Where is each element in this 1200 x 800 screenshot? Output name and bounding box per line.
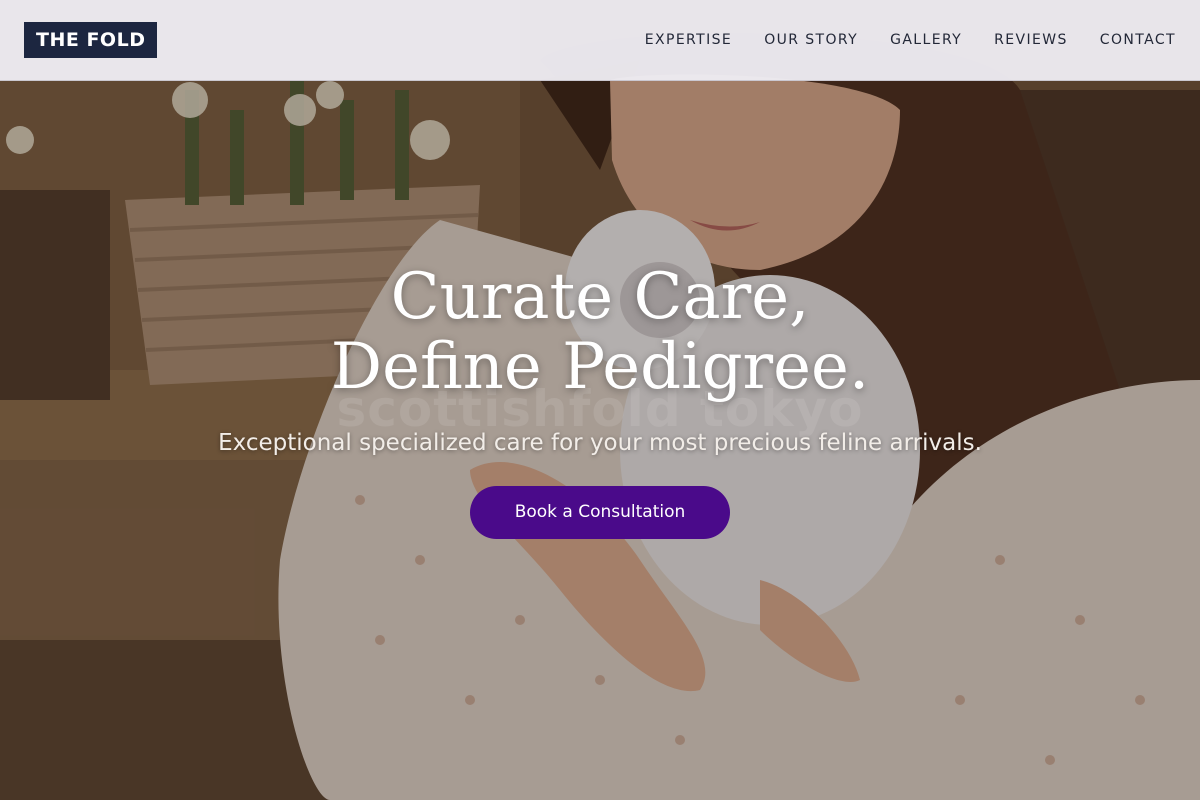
hero-title-line-2: Define Pedigree. xyxy=(330,330,870,404)
nav-item-gallery[interactable]: GALLERY xyxy=(890,32,962,48)
nav-item-expertise[interactable]: EXPERTISE xyxy=(645,32,732,48)
hero-content: Curate Care, Define Pedigree. Exceptiona… xyxy=(0,262,1200,539)
book-consultation-button[interactable]: Book a Consultation xyxy=(470,486,730,539)
hero-subtitle: Exceptional specialized care for your mo… xyxy=(218,430,982,456)
hero-title: Curate Care, Define Pedigree. xyxy=(0,262,1200,402)
nav-item-our-story[interactable]: OUR STORY xyxy=(764,32,858,48)
hero-title-line-1: Curate Care, xyxy=(390,260,810,334)
main-nav: EXPERTISE OUR STORY GALLERY REVIEWS CONT… xyxy=(613,32,1176,48)
site-header: THE FOLD EXPERTISE OUR STORY GALLERY REV… xyxy=(0,0,1200,81)
nav-item-contact[interactable]: CONTACT xyxy=(1100,32,1176,48)
logo[interactable]: THE FOLD xyxy=(24,22,158,58)
nav-item-reviews[interactable]: REVIEWS xyxy=(994,32,1068,48)
